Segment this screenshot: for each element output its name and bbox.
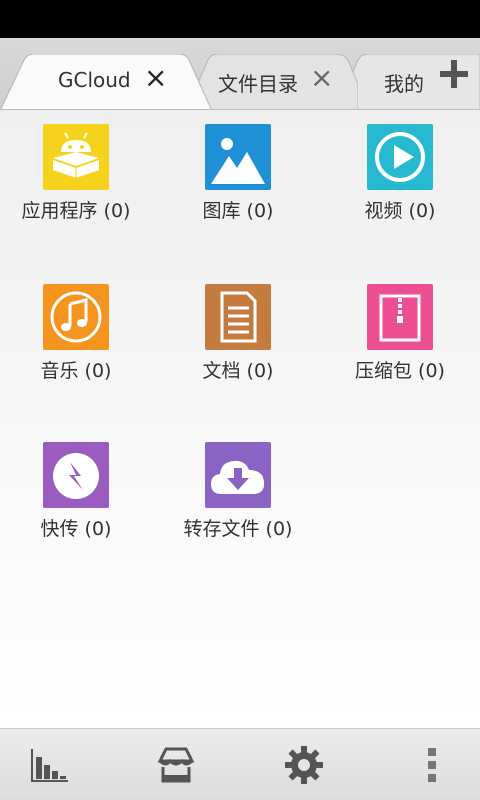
close-tab-icon[interactable]: ×: [144, 64, 167, 92]
store-button[interactable]: [116, 729, 236, 800]
category-saved-files[interactable]: 转存文件 (0): [158, 428, 318, 568]
store-icon: [157, 747, 195, 783]
tab-label: 我的: [384, 72, 424, 96]
category-grid: 应用程序 (0) 图库 (0) 视频 (0) 音乐 (0) 文档 (0) 压缩包…: [0, 110, 480, 728]
add-tab-icon[interactable]: [438, 58, 470, 90]
settings-button[interactable]: [244, 729, 364, 800]
category-label: 快传 (0): [40, 518, 112, 540]
statistics-chart-icon: [31, 749, 68, 782]
category-label: 视频 (0): [364, 200, 436, 222]
zip-archive-icon: [367, 284, 433, 350]
category-label: 音乐 (0): [40, 360, 112, 382]
status-bar: [0, 0, 480, 38]
category-video[interactable]: 视频 (0): [320, 110, 480, 250]
video-play-icon: [367, 124, 433, 190]
settings-gear-icon: [285, 746, 323, 784]
category-label: 文档 (0): [202, 360, 274, 382]
android-app-icon: [43, 124, 109, 190]
category-gallery[interactable]: 图库 (0): [158, 110, 318, 250]
close-tab-icon[interactable]: ×: [310, 64, 333, 92]
tab-label: 文件目录: [218, 72, 298, 96]
more-menu-button[interactable]: [372, 729, 480, 800]
gallery-image-icon: [205, 124, 271, 190]
tab-gcloud[interactable]: GCloud ×: [0, 54, 212, 109]
category-documents[interactable]: 文档 (0): [158, 270, 318, 410]
category-label: 转存文件 (0): [183, 518, 293, 540]
tab-bar: 我的 文件目录 × GCloud ×: [0, 38, 480, 110]
cloud-download-icon: [205, 442, 271, 508]
category-quick-transfer[interactable]: 快传 (0): [0, 428, 156, 568]
tab-label: GCloud: [58, 68, 131, 92]
category-label: 应用程序 (0): [21, 200, 131, 222]
category-label: 图库 (0): [202, 200, 274, 222]
category-label: 压缩包 (0): [355, 360, 445, 382]
statistics-button[interactable]: [0, 729, 108, 800]
category-apps[interactable]: 应用程序 (0): [0, 110, 156, 250]
category-archives[interactable]: 压缩包 (0): [320, 270, 480, 410]
document-icon: [205, 284, 271, 350]
bottom-toolbar: [0, 728, 480, 800]
category-music[interactable]: 音乐 (0): [0, 270, 156, 410]
more-menu-icon: [428, 748, 436, 782]
quick-transfer-icon: [43, 442, 109, 508]
music-note-icon: [43, 284, 109, 350]
